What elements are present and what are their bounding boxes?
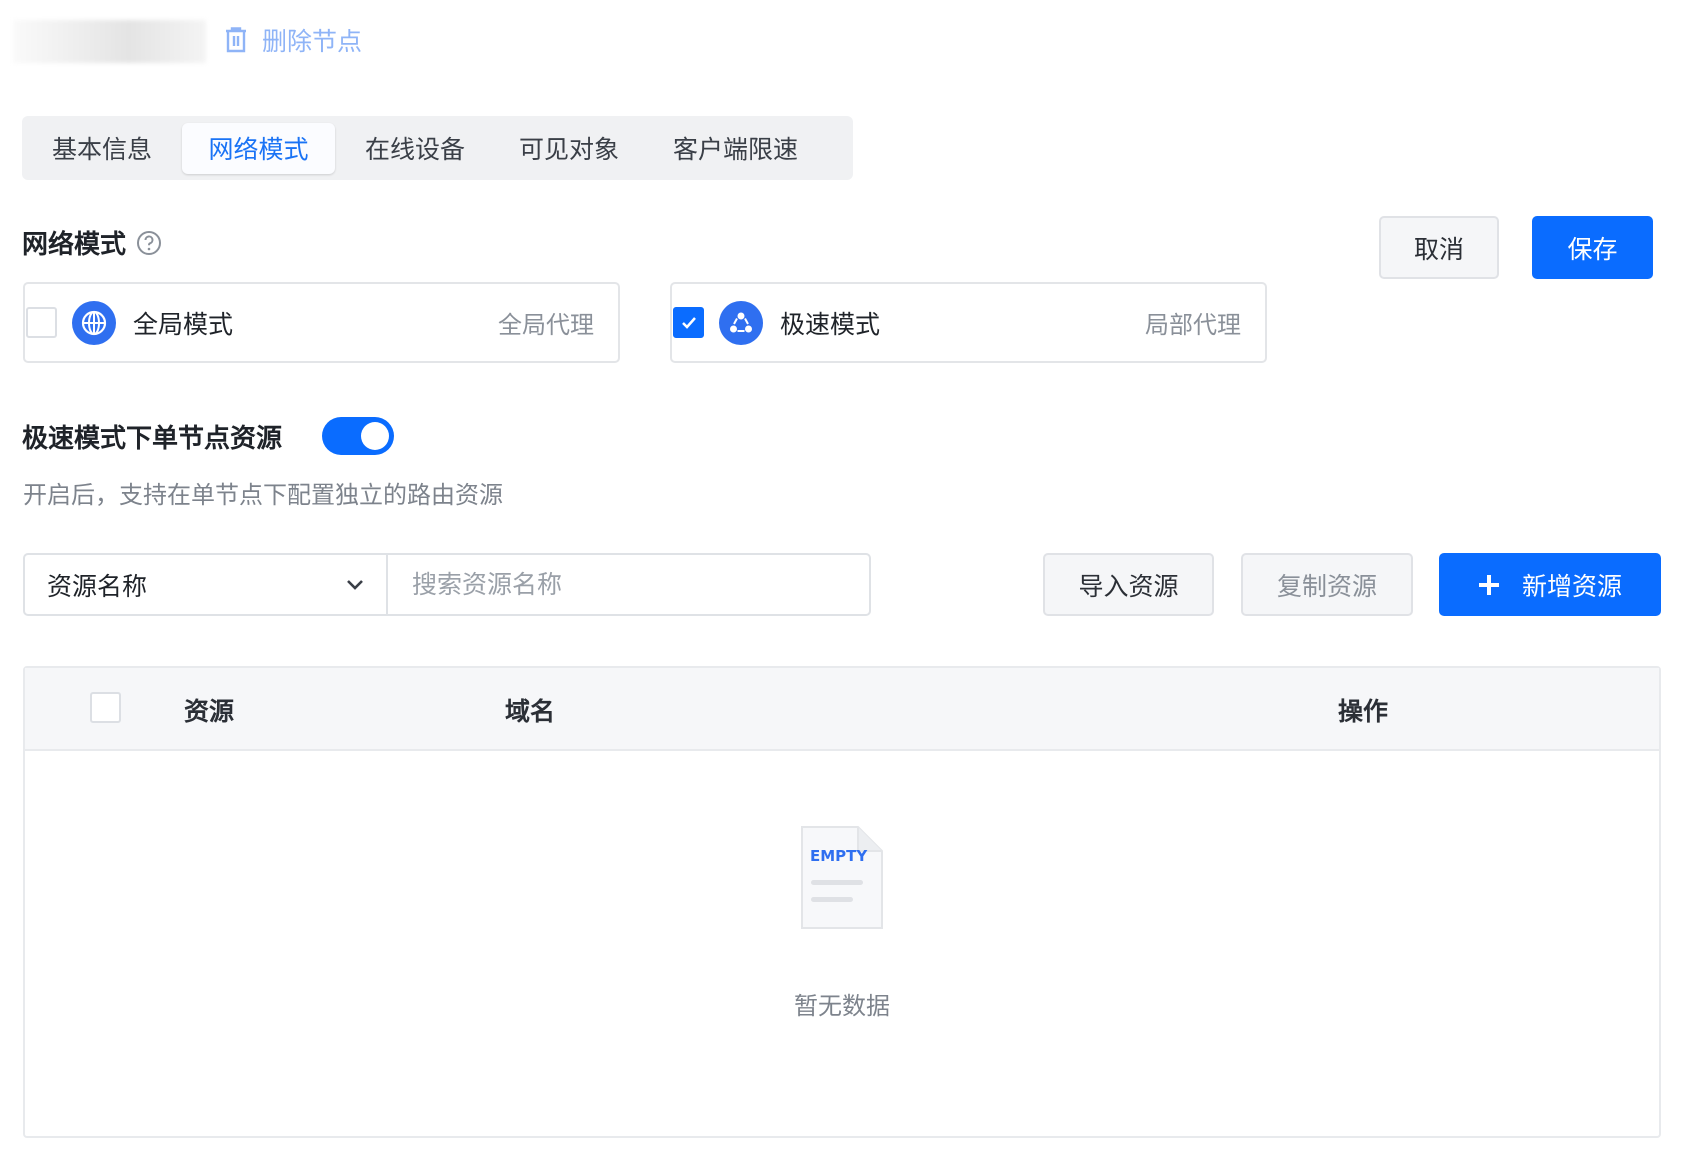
mode-option-global[interactable]: 全局模式 全局代理 [23,282,620,363]
global-mode-checkbox[interactable] [26,307,57,338]
delete-node-label: 删除节点 [262,27,363,56]
select-value: 资源名称 [47,571,148,601]
global-mode-label: 全局模式 [133,309,234,339]
column-resource: 资源 [184,697,235,726]
delete-node-button[interactable]: 删除节点 [224,22,362,58]
global-mode-desc: 全局代理 [498,311,594,339]
tab-visible-objects[interactable]: 可见对象 [495,123,643,174]
tab-online-devices[interactable]: 在线设备 [341,123,489,174]
tab-client-rate-limit[interactable]: 客户端限速 [649,123,822,174]
copy-resource-button[interactable]: 复制资源 [1241,553,1413,616]
tab-bar: 基本信息 网络模式 在线设备 可见对象 客户端限速 [22,116,853,180]
empty-state-text: 暂无数据 [794,992,890,1020]
save-button[interactable]: 保存 [1532,216,1653,279]
fast-mode-checkbox[interactable] [673,307,704,338]
table-header: 资源 域名 操作 [25,668,1659,751]
fast-mode-desc: 局部代理 [1145,311,1241,339]
select-all-checkbox[interactable] [90,692,121,723]
resource-table: 资源 域名 操作 EMPTY 暂无数据 [23,666,1661,1138]
import-resource-button[interactable]: 导入资源 [1043,553,1214,616]
search-field-select[interactable]: 资源名称 [23,553,388,616]
column-domain: 域名 [505,697,556,726]
check-icon [681,316,696,329]
mode-option-fast[interactable]: 极速模式 局部代理 [670,282,1267,363]
blurred-node-name [13,20,206,63]
fast-mode-label: 极速模式 [780,309,881,339]
trash-icon [226,27,246,53]
empty-document-icon: EMPTY [801,826,883,929]
single-node-title: 极速模式下单节点资源 [22,424,283,454]
cancel-button[interactable]: 取消 [1379,216,1499,279]
share-nodes-icon [719,300,763,345]
single-node-description: 开启后，支持在单节点下配置独立的路由资源 [23,481,503,509]
add-resource-label: 新增资源 [1521,571,1622,601]
tab-basic-info[interactable]: 基本信息 [28,123,176,174]
column-actions: 操作 [1338,697,1389,726]
search-input[interactable] [386,553,871,616]
network-mode-title: 网络模式 [22,230,127,260]
plus-icon [1478,574,1499,595]
help-icon[interactable] [136,230,162,256]
tab-network-mode[interactable]: 网络模式 [182,122,336,174]
add-resource-button[interactable]: 新增资源 [1439,553,1661,616]
single-node-toggle[interactable] [322,417,394,455]
empty-icon-text: EMPTY [810,847,868,865]
globe-icon [72,300,116,345]
chevron-down-icon [347,579,363,590]
